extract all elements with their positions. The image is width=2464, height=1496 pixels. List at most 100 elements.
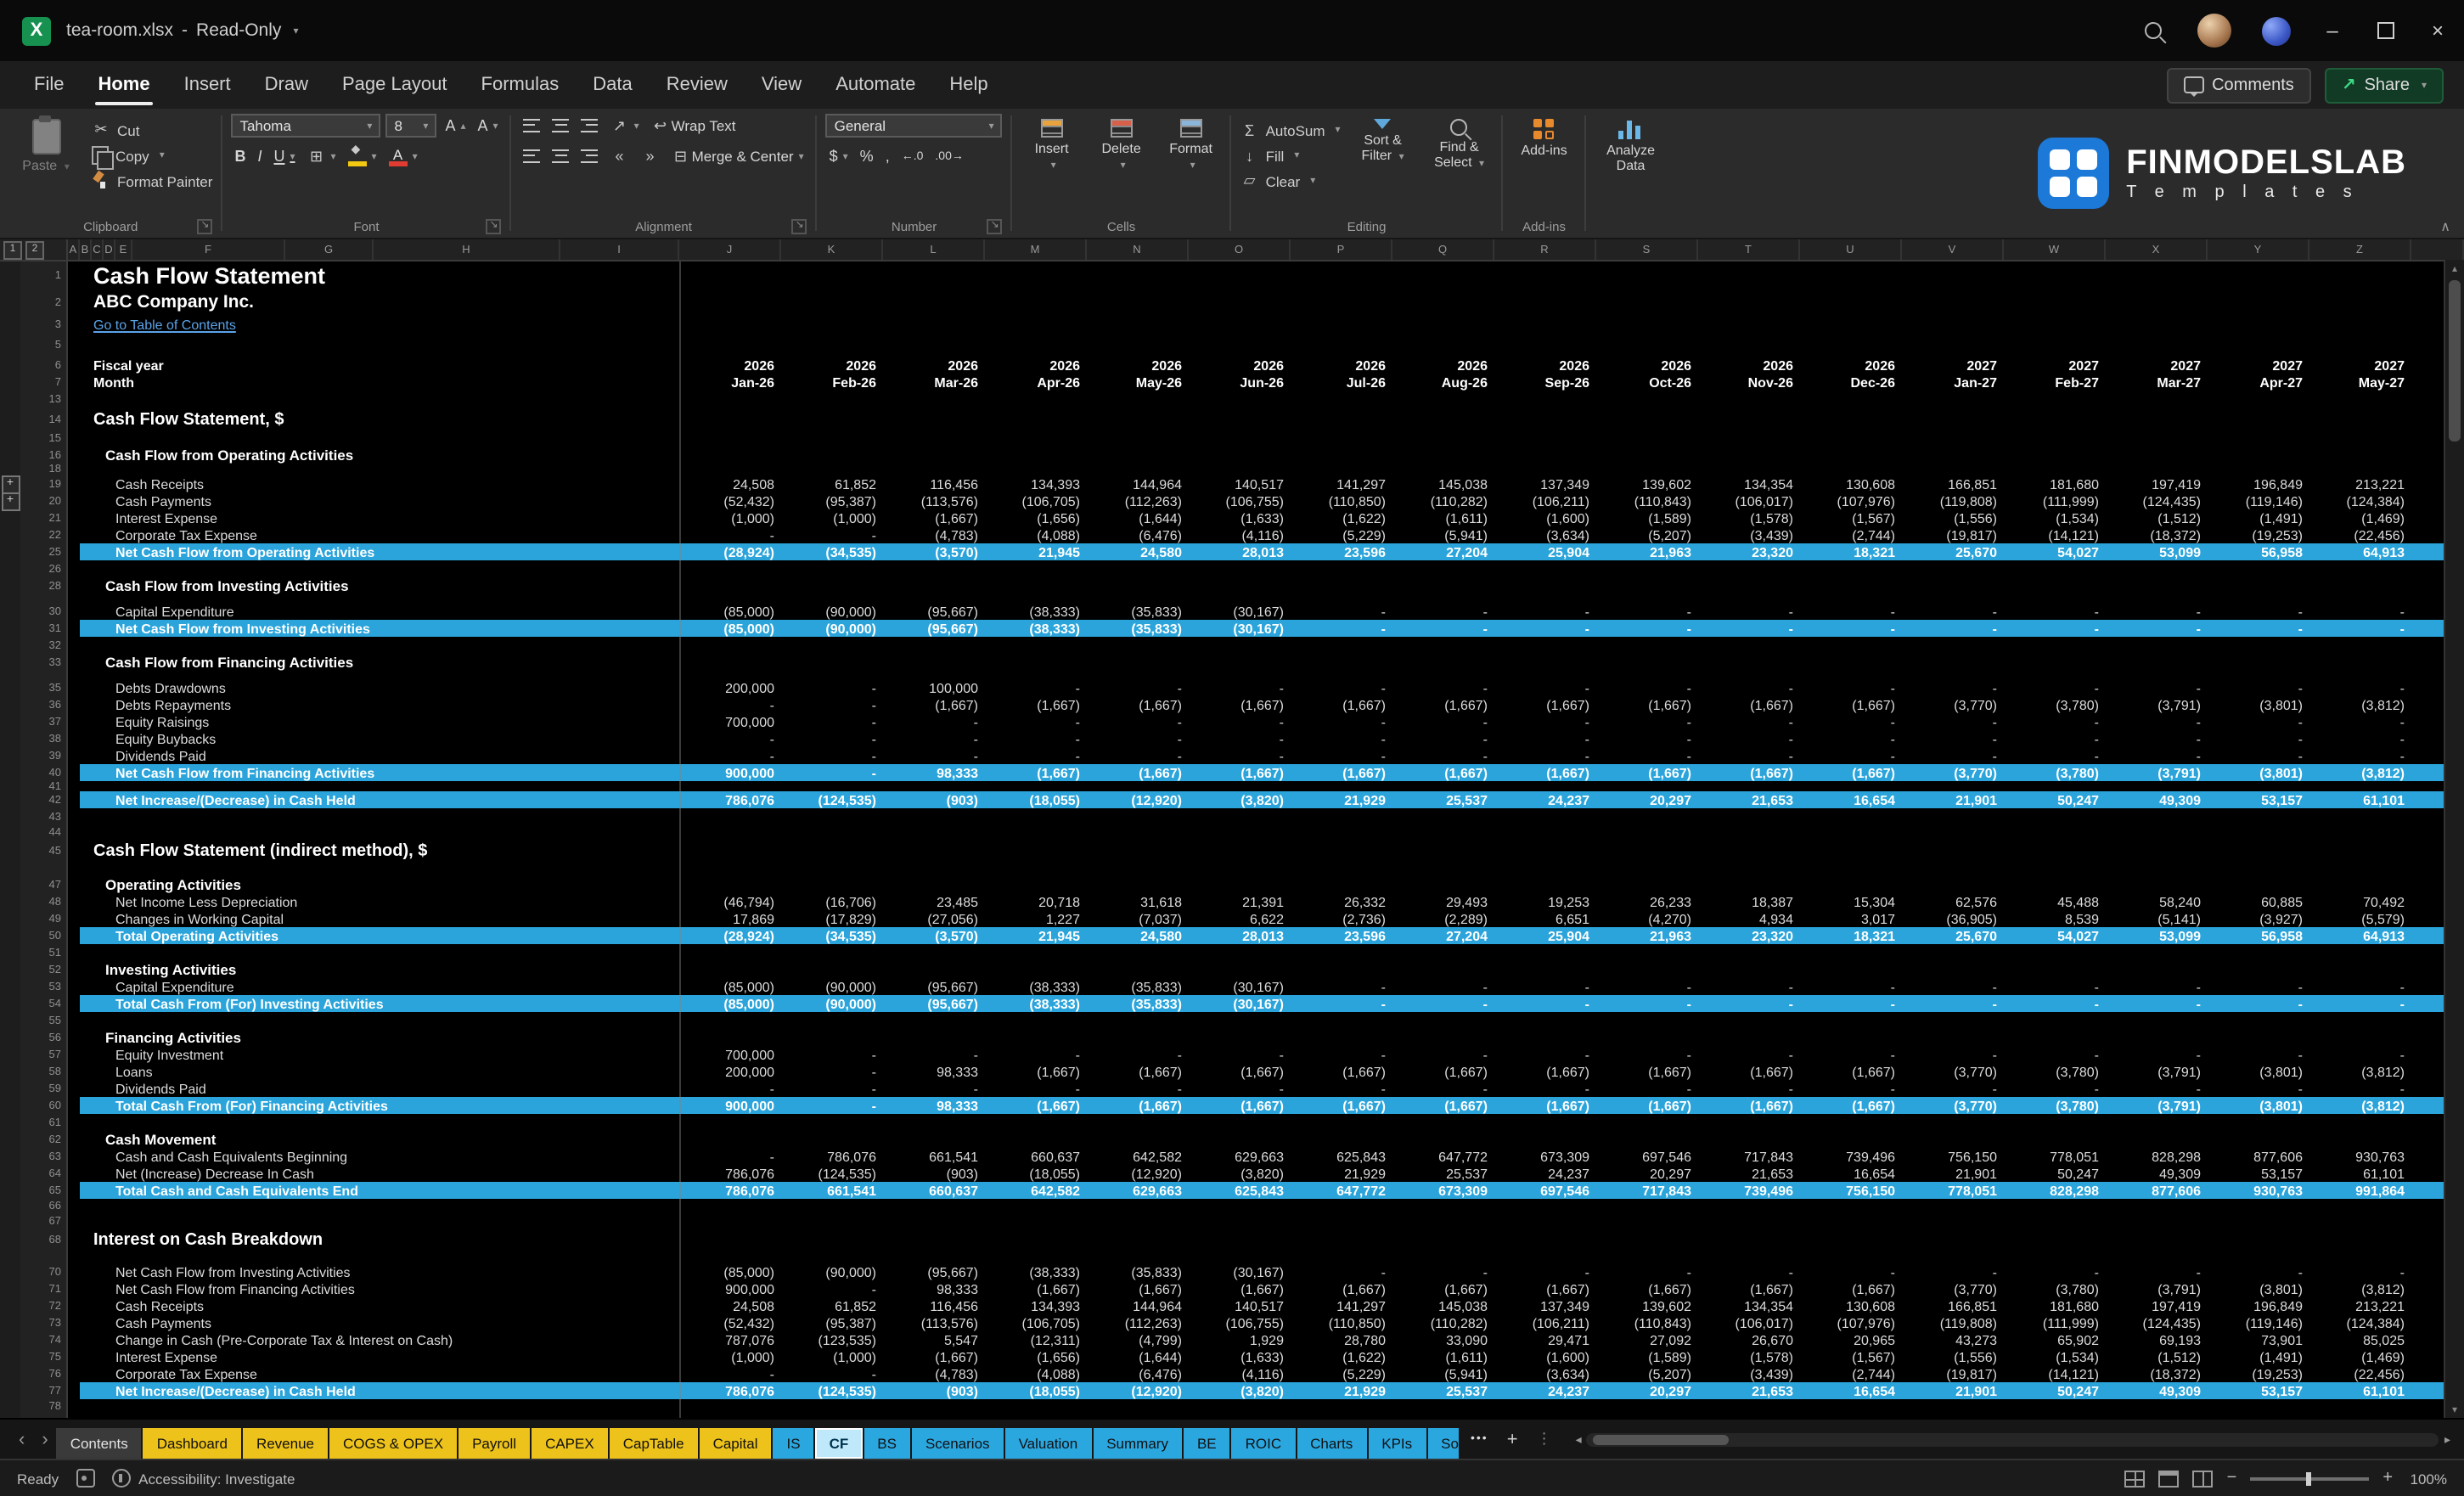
- cell[interactable]: -: [1494, 604, 1596, 619]
- row-number[interactable]: 49: [20, 910, 68, 927]
- cell[interactable]: 673,309: [1392, 1183, 1494, 1198]
- cell[interactable]: (1,611): [1392, 1349, 1494, 1364]
- sheet-tab-roic[interactable]: ROIC: [1232, 1428, 1296, 1459]
- column-header-O[interactable]: O: [1189, 239, 1291, 260]
- cell[interactable]: 900,000: [679, 765, 781, 780]
- cell[interactable]: (19,817): [1902, 527, 2004, 543]
- cell[interactable]: 64,913: [2309, 928, 2411, 943]
- cell[interactable]: (1,667): [1189, 1064, 1291, 1079]
- row-label[interactable]: Investing Activities: [68, 961, 679, 978]
- cell[interactable]: (1,667): [1392, 765, 1494, 780]
- cell[interactable]: (107,976): [1800, 493, 1902, 509]
- cell[interactable]: (1,667): [1392, 1064, 1494, 1079]
- cell[interactable]: 625,843: [1189, 1183, 1291, 1198]
- cell[interactable]: 28,780: [1291, 1332, 1392, 1347]
- cell[interactable]: -: [1494, 748, 1596, 763]
- cell[interactable]: 16,654: [1800, 1383, 1902, 1398]
- row-label[interactable]: Net Cash Flow from Financing Activities: [68, 765, 679, 780]
- cell[interactable]: (95,667): [883, 1264, 985, 1279]
- cell[interactable]: 2026: [1291, 357, 1392, 373]
- cell[interactable]: (38,333): [985, 604, 1087, 619]
- cell[interactable]: -: [1291, 680, 1392, 695]
- cell[interactable]: 130,608: [1800, 476, 1902, 492]
- cell[interactable]: (1,667): [1189, 697, 1291, 712]
- cell[interactable]: -: [1902, 979, 2004, 994]
- cell[interactable]: (90,000): [781, 979, 883, 994]
- cell[interactable]: (113,576): [883, 1315, 985, 1330]
- cell[interactable]: (1,667): [1087, 1064, 1189, 1079]
- increase-decimal-button[interactable]: ←.0: [898, 144, 927, 168]
- cell[interactable]: (1,667): [1087, 697, 1189, 712]
- cell[interactable]: -: [1698, 604, 1800, 619]
- cell[interactable]: -: [2309, 1081, 2411, 1096]
- cell[interactable]: -: [1392, 1047, 1494, 1062]
- cell[interactable]: -: [2106, 731, 2208, 746]
- cell[interactable]: 21,945: [985, 928, 1087, 943]
- cell[interactable]: 778,051: [2004, 1149, 2106, 1164]
- cell[interactable]: 43,273: [1902, 1332, 2004, 1347]
- column-header-Z[interactable]: Z: [2309, 239, 2411, 260]
- delete-cells-button[interactable]: Delete▾: [1091, 114, 1152, 173]
- column-header-X[interactable]: X: [2106, 239, 2208, 260]
- row-label[interactable]: Interest on Cash Breakdown: [68, 1231, 679, 1250]
- orientation-button[interactable]: ↗▾: [607, 114, 643, 138]
- row-number[interactable]: 64: [20, 1165, 68, 1182]
- cell[interactable]: 18,387: [1698, 894, 1800, 909]
- alignment-dialog-launcher[interactable]: ↘: [792, 219, 807, 234]
- cell[interactable]: 786,076: [679, 1166, 781, 1181]
- cell[interactable]: (30,167): [1189, 621, 1291, 636]
- cell[interactable]: (3,770): [1902, 697, 2004, 712]
- new-sheet-button[interactable]: +: [1499, 1429, 1527, 1449]
- cell[interactable]: -: [2004, 604, 2106, 619]
- cell[interactable]: (119,146): [2208, 1315, 2309, 1330]
- fill-button[interactable]: ↓Fill▾: [1240, 144, 1341, 166]
- cell[interactable]: -: [1800, 1081, 1902, 1096]
- cell[interactable]: Apr-26: [985, 374, 1087, 390]
- cell[interactable]: -: [1596, 1264, 1698, 1279]
- cell[interactable]: 26,233: [1596, 894, 1698, 909]
- cell[interactable]: 116,456: [883, 1298, 985, 1313]
- cell[interactable]: -: [883, 731, 985, 746]
- cell[interactable]: 53,157: [2208, 1166, 2309, 1181]
- cell[interactable]: (1,667): [1494, 1064, 1596, 1079]
- cell[interactable]: (18,055): [985, 1166, 1087, 1181]
- cell[interactable]: 196,849: [2208, 476, 2309, 492]
- cell[interactable]: (34,535): [781, 544, 883, 560]
- row-number[interactable]: [20, 671, 68, 679]
- cell[interactable]: (4,783): [883, 527, 985, 543]
- cell[interactable]: -: [2309, 1264, 2411, 1279]
- cell[interactable]: (3,780): [2004, 1098, 2106, 1113]
- cell[interactable]: 64,913: [2309, 544, 2411, 560]
- cell[interactable]: (1,667): [1291, 1064, 1392, 1079]
- cell[interactable]: 24,508: [679, 1298, 781, 1313]
- cell[interactable]: 1,929: [1189, 1332, 1291, 1347]
- cell[interactable]: 53,099: [2106, 928, 2208, 943]
- underline-button[interactable]: U▾: [270, 144, 298, 168]
- row-number[interactable]: 60: [20, 1097, 68, 1114]
- cell[interactable]: (1,667): [1800, 765, 1902, 780]
- cell[interactable]: -: [1494, 979, 1596, 994]
- row-label[interactable]: Corporate Tax Expense: [68, 527, 679, 543]
- cell[interactable]: (28,924): [679, 928, 781, 943]
- cell[interactable]: (110,282): [1392, 1315, 1494, 1330]
- vertical-scroll-thumb[interactable]: [2449, 280, 2461, 441]
- cell[interactable]: 17,869: [679, 911, 781, 926]
- cell[interactable]: (12,920): [1087, 1166, 1189, 1181]
- column-header-U[interactable]: U: [1800, 239, 1902, 260]
- column-header-K[interactable]: K: [781, 239, 883, 260]
- zoom-in-button[interactable]: +: [2382, 1469, 2393, 1488]
- row-number[interactable]: 36: [20, 696, 68, 713]
- cell[interactable]: 141,297: [1291, 1298, 1392, 1313]
- sheet-tab-cf[interactable]: CF: [816, 1428, 863, 1459]
- row-number[interactable]: 76: [20, 1365, 68, 1382]
- cell[interactable]: 673,309: [1494, 1149, 1596, 1164]
- cell[interactable]: -: [1902, 680, 2004, 695]
- row-number[interactable]: 41: [20, 781, 68, 791]
- cell[interactable]: (3,801): [2208, 765, 2309, 780]
- cell[interactable]: 62,576: [1902, 894, 2004, 909]
- sheet-nav-left-button[interactable]: ‹: [10, 1429, 33, 1449]
- row-number[interactable]: 57: [20, 1046, 68, 1063]
- column-header-V[interactable]: V: [1902, 239, 2004, 260]
- cell[interactable]: (119,808): [1902, 493, 2004, 509]
- borders-button[interactable]: ⊞▾: [304, 144, 340, 168]
